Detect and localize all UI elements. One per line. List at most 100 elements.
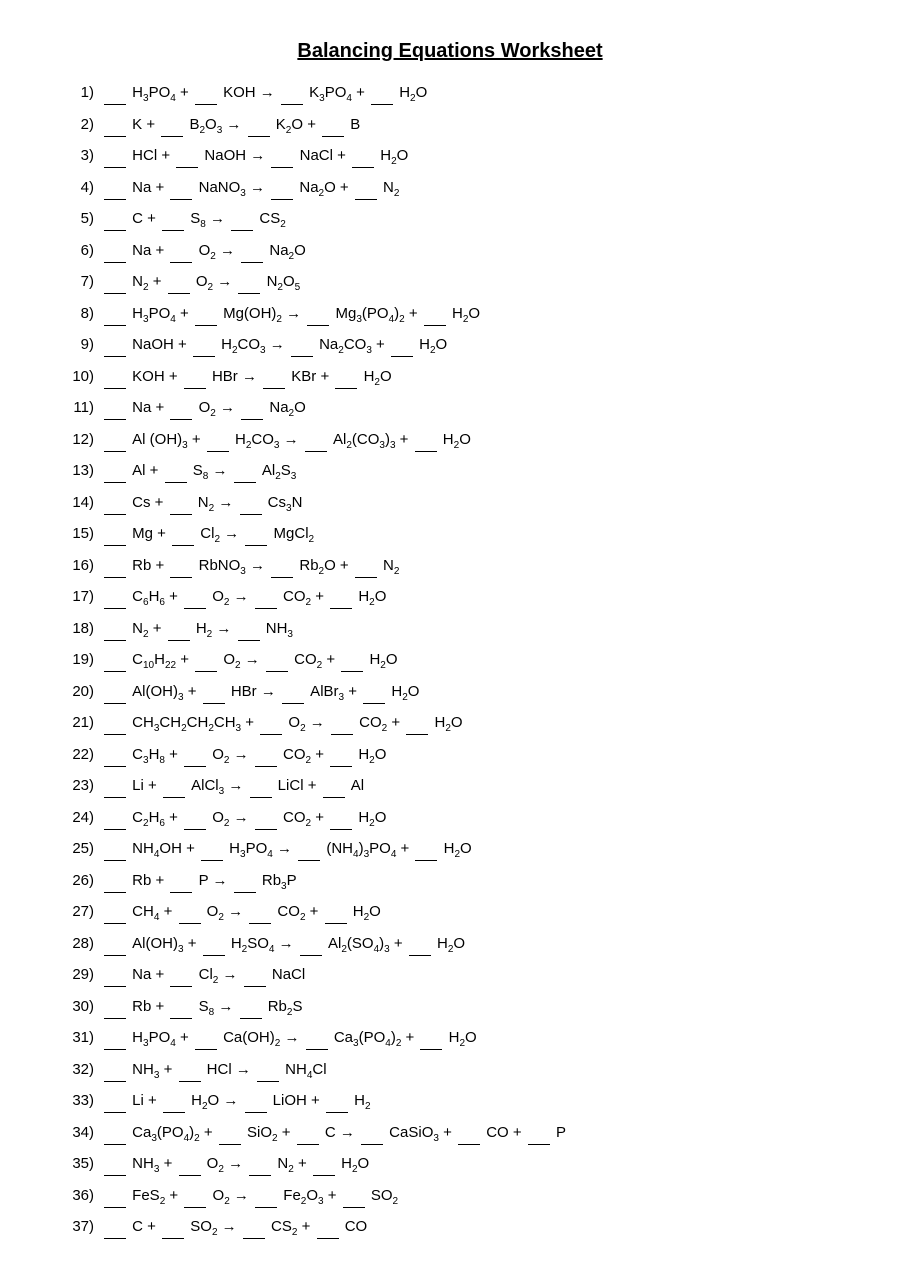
answer-blank[interactable] xyxy=(179,900,201,924)
answer-blank[interactable] xyxy=(163,1089,185,1113)
answer-blank[interactable] xyxy=(219,1121,241,1145)
answer-blank[interactable] xyxy=(234,869,256,893)
answer-blank[interactable] xyxy=(244,963,266,987)
answer-blank[interactable] xyxy=(104,743,126,767)
answer-blank[interactable] xyxy=(104,837,126,861)
answer-blank[interactable] xyxy=(170,554,192,578)
answer-blank[interactable] xyxy=(104,302,126,326)
answer-blank[interactable] xyxy=(179,1152,201,1176)
answer-blank[interactable] xyxy=(291,333,313,357)
answer-blank[interactable] xyxy=(391,333,413,357)
answer-blank[interactable] xyxy=(104,1215,126,1239)
answer-blank[interactable] xyxy=(104,774,126,798)
answer-blank[interactable] xyxy=(330,806,352,830)
answer-blank[interactable] xyxy=(355,176,377,200)
answer-blank[interactable] xyxy=(305,428,327,452)
answer-blank[interactable] xyxy=(104,554,126,578)
answer-blank[interactable] xyxy=(104,270,126,294)
answer-blank[interactable] xyxy=(313,1152,335,1176)
answer-blank[interactable] xyxy=(322,113,344,137)
answer-blank[interactable] xyxy=(104,995,126,1019)
answer-blank[interactable] xyxy=(257,1058,279,1082)
answer-blank[interactable] xyxy=(255,1184,277,1208)
answer-blank[interactable] xyxy=(163,774,185,798)
answer-blank[interactable] xyxy=(415,837,437,861)
answer-blank[interactable] xyxy=(195,648,217,672)
answer-blank[interactable] xyxy=(371,81,393,105)
answer-blank[interactable] xyxy=(330,585,352,609)
answer-blank[interactable] xyxy=(266,648,288,672)
answer-blank[interactable] xyxy=(170,995,192,1019)
answer-blank[interactable] xyxy=(317,1215,339,1239)
answer-blank[interactable] xyxy=(271,144,293,168)
answer-blank[interactable] xyxy=(104,522,126,546)
answer-blank[interactable] xyxy=(243,1215,265,1239)
answer-blank[interactable] xyxy=(104,1184,126,1208)
answer-blank[interactable] xyxy=(195,81,217,105)
answer-blank[interactable] xyxy=(184,1184,206,1208)
answer-blank[interactable] xyxy=(241,396,263,420)
answer-blank[interactable] xyxy=(104,365,126,389)
answer-blank[interactable] xyxy=(245,1089,267,1113)
answer-blank[interactable] xyxy=(330,743,352,767)
answer-blank[interactable] xyxy=(415,428,437,452)
answer-blank[interactable] xyxy=(323,774,345,798)
answer-blank[interactable] xyxy=(406,711,428,735)
answer-blank[interactable] xyxy=(170,239,192,263)
answer-blank[interactable] xyxy=(104,680,126,704)
answer-blank[interactable] xyxy=(255,806,277,830)
answer-blank[interactable] xyxy=(341,648,363,672)
answer-blank[interactable] xyxy=(170,396,192,420)
answer-blank[interactable] xyxy=(249,1152,271,1176)
answer-blank[interactable] xyxy=(207,428,229,452)
answer-blank[interactable] xyxy=(168,270,190,294)
answer-blank[interactable] xyxy=(326,1089,348,1113)
answer-blank[interactable] xyxy=(161,113,183,137)
answer-blank[interactable] xyxy=(271,554,293,578)
answer-blank[interactable] xyxy=(162,1215,184,1239)
answer-blank[interactable] xyxy=(420,1026,442,1050)
answer-blank[interactable] xyxy=(170,491,192,515)
answer-blank[interactable] xyxy=(104,900,126,924)
answer-blank[interactable] xyxy=(104,1026,126,1050)
answer-blank[interactable] xyxy=(170,963,192,987)
answer-blank[interactable] xyxy=(458,1121,480,1145)
answer-blank[interactable] xyxy=(250,774,272,798)
answer-blank[interactable] xyxy=(104,1121,126,1145)
answer-blank[interactable] xyxy=(104,963,126,987)
answer-blank[interactable] xyxy=(297,1121,319,1145)
answer-blank[interactable] xyxy=(201,837,223,861)
answer-blank[interactable] xyxy=(203,932,225,956)
answer-blank[interactable] xyxy=(282,680,304,704)
answer-blank[interactable] xyxy=(245,522,267,546)
answer-blank[interactable] xyxy=(255,743,277,767)
answer-blank[interactable] xyxy=(203,680,225,704)
answer-blank[interactable] xyxy=(104,1089,126,1113)
answer-blank[interactable] xyxy=(168,617,190,641)
answer-blank[interactable] xyxy=(298,837,320,861)
answer-blank[interactable] xyxy=(424,302,446,326)
answer-blank[interactable] xyxy=(170,176,192,200)
answer-blank[interactable] xyxy=(231,207,253,231)
answer-blank[interactable] xyxy=(104,144,126,168)
answer-blank[interactable] xyxy=(104,869,126,893)
answer-blank[interactable] xyxy=(104,491,126,515)
answer-blank[interactable] xyxy=(352,144,374,168)
answer-blank[interactable] xyxy=(361,1121,383,1145)
answer-blank[interactable] xyxy=(104,585,126,609)
answer-blank[interactable] xyxy=(363,680,385,704)
answer-blank[interactable] xyxy=(325,900,347,924)
answer-blank[interactable] xyxy=(306,1026,328,1050)
answer-blank[interactable] xyxy=(104,333,126,357)
answer-blank[interactable] xyxy=(104,239,126,263)
answer-blank[interactable] xyxy=(172,522,194,546)
answer-blank[interactable] xyxy=(240,491,262,515)
answer-blank[interactable] xyxy=(263,365,285,389)
answer-blank[interactable] xyxy=(104,459,126,483)
answer-blank[interactable] xyxy=(104,428,126,452)
answer-blank[interactable] xyxy=(165,459,187,483)
answer-blank[interactable] xyxy=(409,932,431,956)
answer-blank[interactable] xyxy=(104,617,126,641)
answer-blank[interactable] xyxy=(249,900,271,924)
answer-blank[interactable] xyxy=(193,333,215,357)
